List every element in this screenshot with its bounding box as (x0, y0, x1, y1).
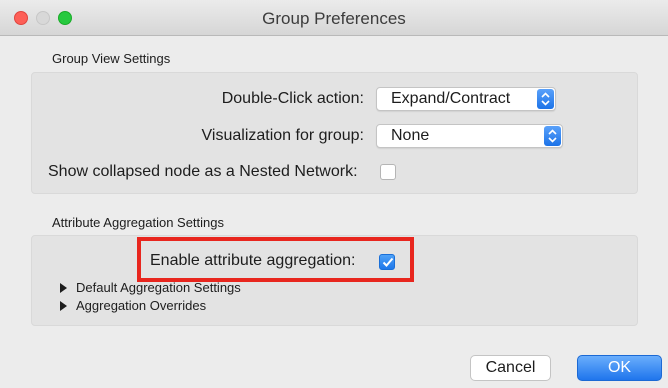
visualization-label: Visualization for group: (201, 127, 364, 144)
aggregation-overrides-disclosure[interactable]: Aggregation Overrides (60, 298, 206, 313)
visualization-select[interactable]: None (376, 124, 563, 148)
default-aggregation-settings-disclosure[interactable]: Default Aggregation Settings (60, 280, 241, 295)
highlight-box (137, 237, 414, 282)
window-title: Group Preferences (262, 9, 406, 28)
group-preferences-window: Group Preferences Group View Settings Do… (0, 0, 668, 388)
group-view-section-label: Group View Settings (52, 51, 171, 66)
visualization-value: None (391, 127, 430, 144)
default-aggregation-settings-label: Default Aggregation Settings (76, 280, 241, 295)
double-click-action-label: Double-Click action: (221, 90, 364, 107)
disclosure-triangle-icon (60, 301, 67, 311)
double-click-action-value: Expand/Contract (391, 90, 511, 107)
aggregation-overrides-label: Aggregation Overrides (76, 298, 207, 313)
attribute-aggregation-section-label: Attribute Aggregation Settings (52, 215, 225, 230)
disclosure-triangle-icon (60, 283, 67, 293)
title-bar: Group Preferences (0, 0, 668, 36)
double-click-action-select[interactable]: Expand/Contract (376, 87, 556, 111)
nested-network-checkbox[interactable] (380, 164, 396, 180)
cancel-button[interactable]: Cancel (470, 355, 551, 381)
ok-button[interactable]: OK (577, 355, 662, 381)
updown-arrows-icon (544, 126, 561, 146)
updown-arrows-icon (537, 89, 554, 109)
nested-network-label: Show collapsed node as a Nested Network: (48, 163, 358, 180)
